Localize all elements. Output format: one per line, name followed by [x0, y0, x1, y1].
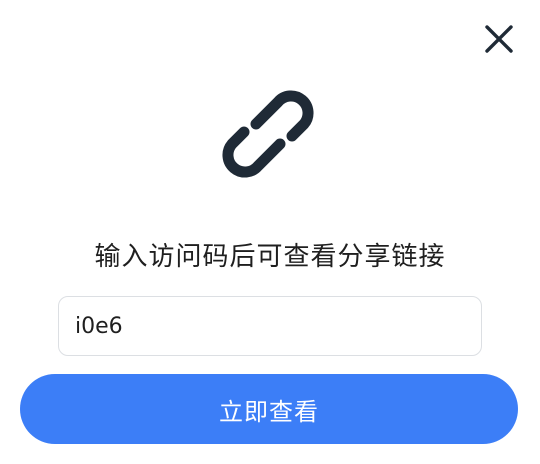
close-button[interactable]	[478, 18, 520, 60]
access-code-input[interactable]	[58, 296, 482, 356]
close-icon	[484, 24, 514, 54]
view-now-button[interactable]: 立即查看	[20, 374, 518, 444]
link-icon	[208, 72, 328, 182]
access-code-prompt: 输入访问码后可查看分享链接	[94, 242, 446, 272]
